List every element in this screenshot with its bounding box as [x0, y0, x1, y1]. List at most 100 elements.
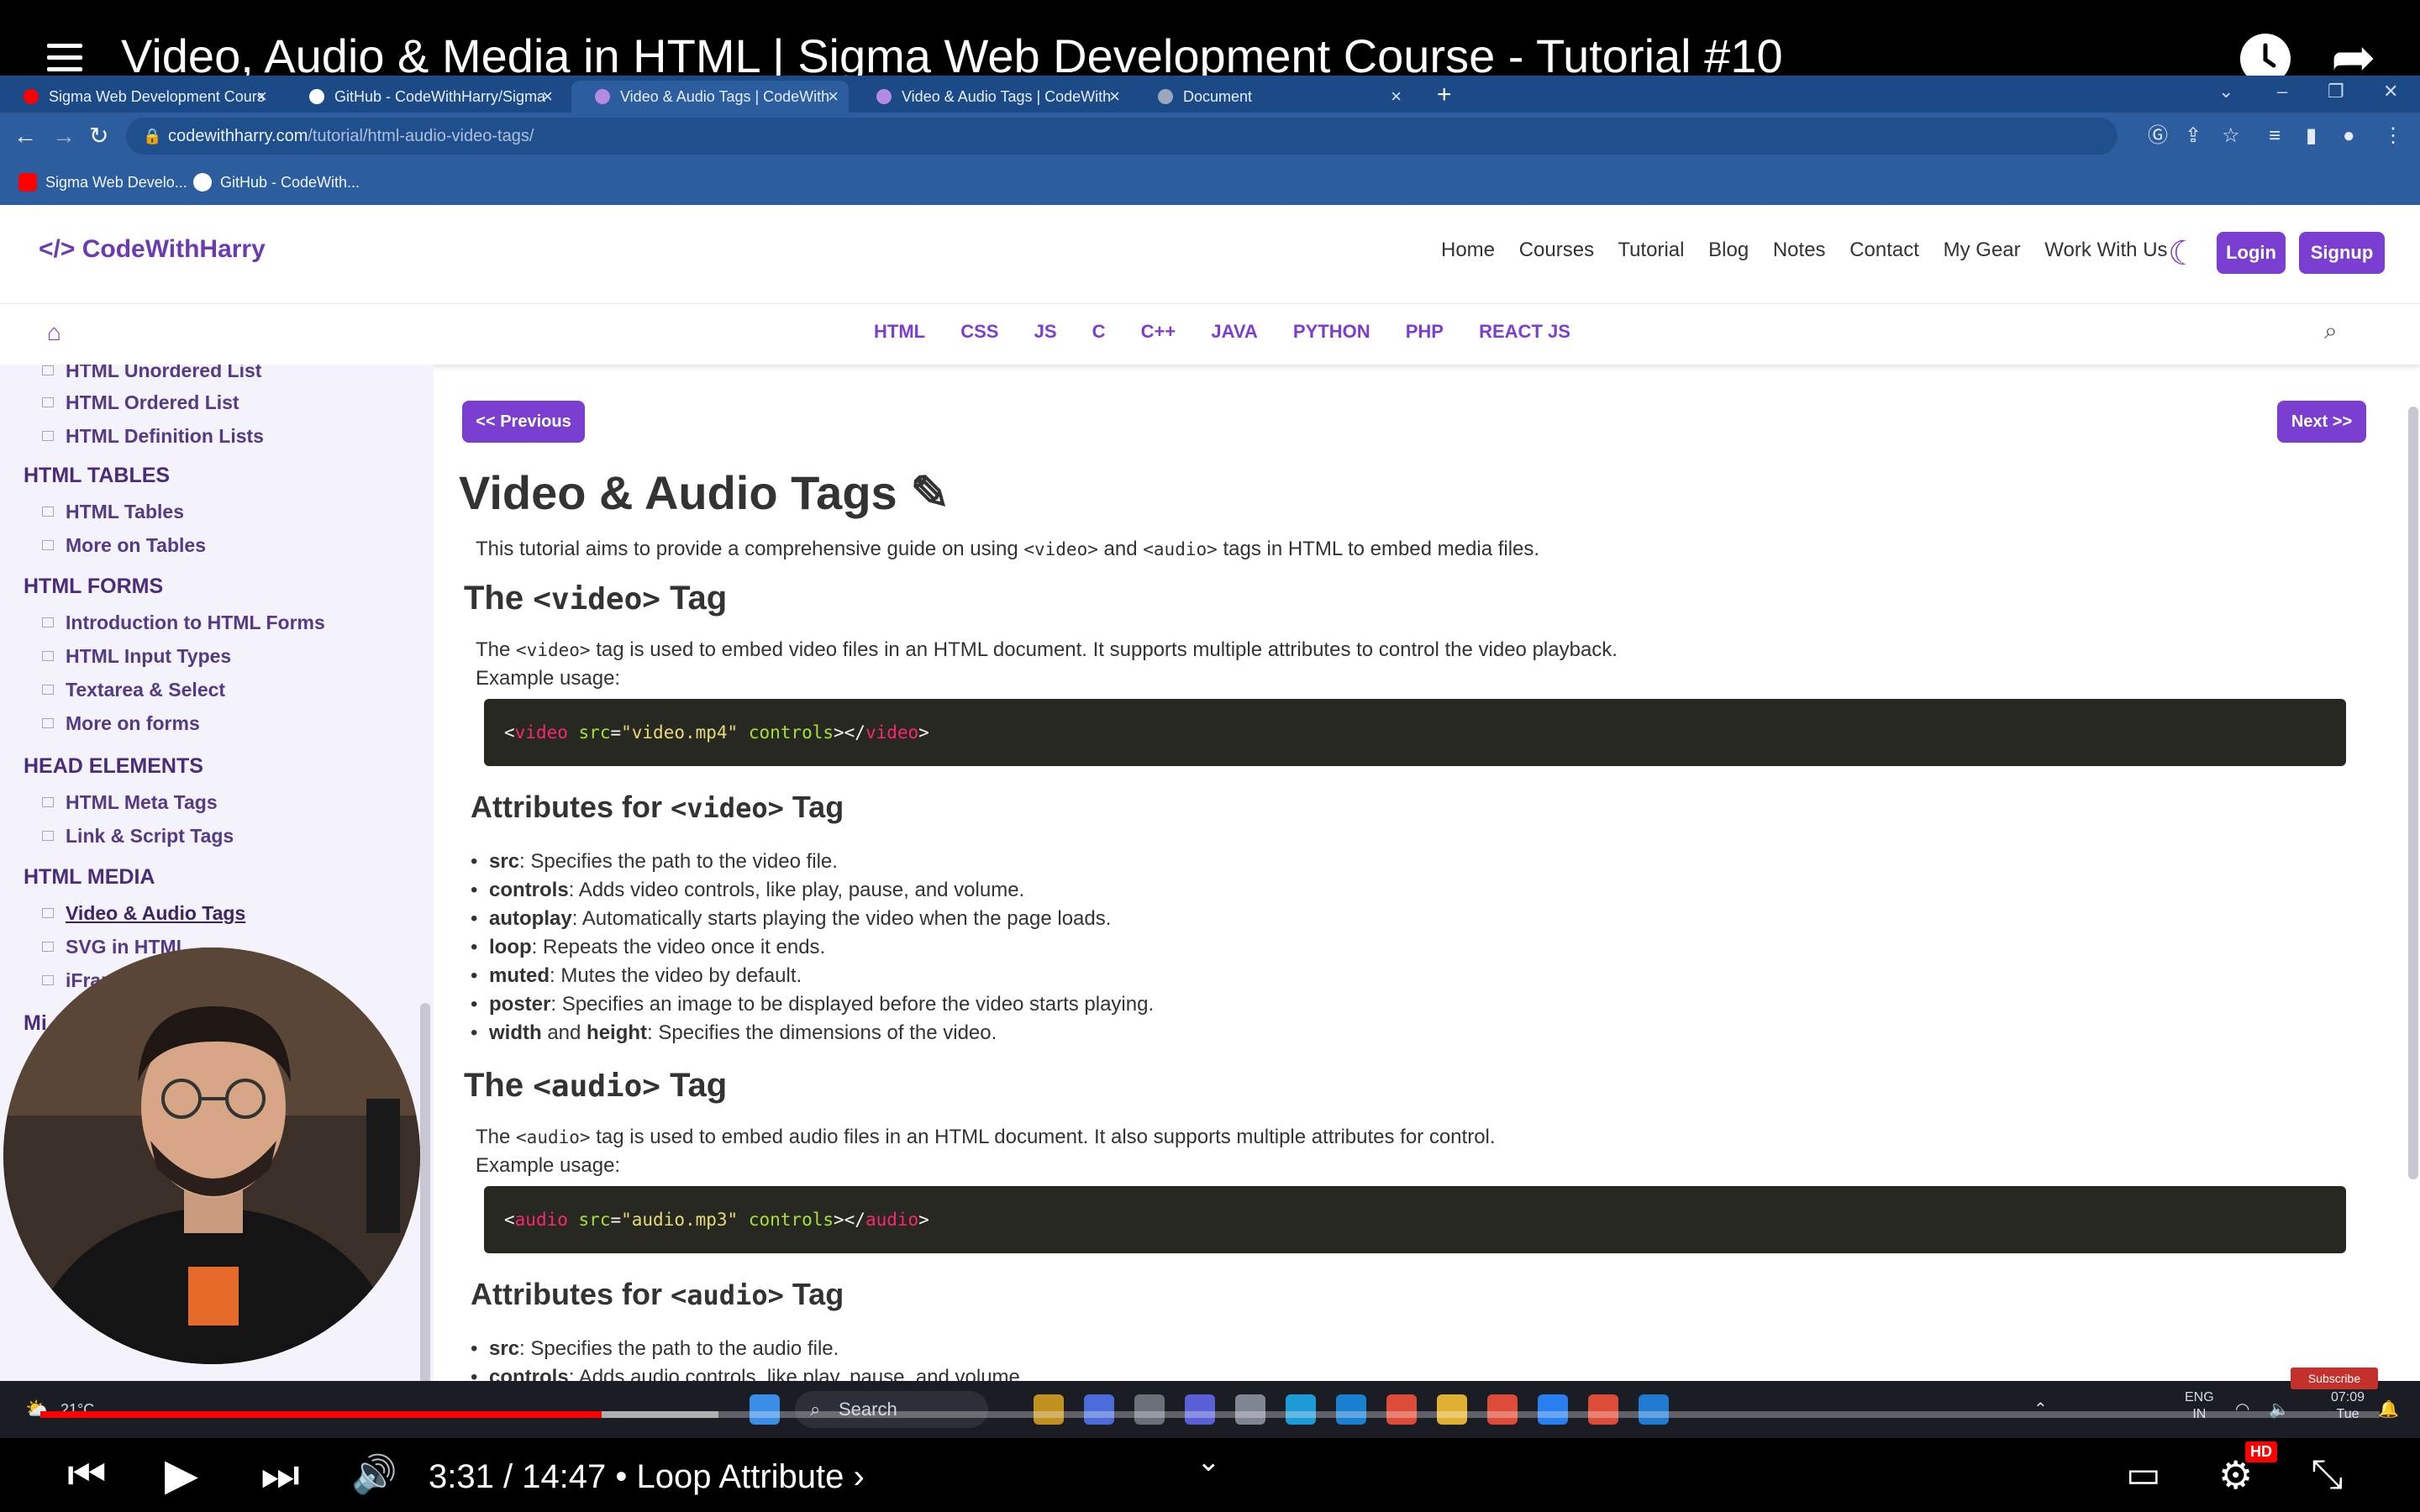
browser-tab[interactable]: Video & Audio Tags | CodeWith ×: [853, 81, 1130, 113]
browser-tab[interactable]: Document ×: [1134, 81, 1412, 113]
captions-icon[interactable]: ▭: [2126, 1450, 2161, 1500]
next-button[interactable]: Next >>: [2277, 401, 2366, 443]
language-indicator[interactable]: ENG IN: [2185, 1389, 2214, 1423]
volume-icon[interactable]: 🔊: [351, 1450, 397, 1500]
play-icon[interactable]: ▶: [165, 1450, 198, 1500]
weather-icon[interactable]: ⛅: [25, 1393, 50, 1426]
lang-react[interactable]: REACT JS: [1479, 321, 1570, 342]
exit-fullscreen-icon[interactable]: ⤡: [2311, 1450, 2343, 1500]
copilot-icon[interactable]: [1084, 1394, 1114, 1425]
chrome-icon[interactable]: [1386, 1394, 1417, 1425]
forward-icon[interactable]: →: [52, 119, 76, 153]
chrome-profile-icon[interactable]: [1487, 1394, 1518, 1425]
close-tab-icon[interactable]: ×: [828, 81, 839, 113]
nav-my-gear[interactable]: My Gear: [1944, 239, 2021, 261]
vscode-icon[interactable]: [1639, 1394, 1669, 1425]
tab-search-chevron-icon[interactable]: ⌄: [2218, 79, 2233, 104]
bookmark-star-icon[interactable]: ☆: [2222, 123, 2240, 150]
reading-list-icon[interactable]: ≡: [2269, 123, 2281, 150]
nav-notes[interactable]: Notes: [1773, 239, 1826, 261]
chrome-app-icon[interactable]: [1588, 1394, 1618, 1425]
lang-java[interactable]: JAVA: [1211, 321, 1257, 342]
file-explorer-icon[interactable]: [1437, 1394, 1467, 1425]
wifi-icon[interactable]: ◠: [2235, 1393, 2249, 1426]
login-button[interactable]: Login: [2217, 232, 2286, 274]
close-tab-icon[interactable]: ×: [256, 81, 267, 113]
tray-chevron-icon[interactable]: ⌃: [2033, 1393, 2048, 1426]
lang-python[interactable]: PYTHON: [1293, 321, 1370, 342]
todo-icon[interactable]: [1538, 1394, 1568, 1425]
bookmark-item[interactable]: Sigma Web Develo...: [18, 160, 187, 205]
site-logo[interactable]: </> CodeWithHarry: [39, 235, 266, 264]
browser-tab[interactable]: Sigma Web Development Cours ×: [0, 81, 277, 113]
reload-icon[interactable]: ↻: [89, 119, 108, 153]
sidebar-item[interactable]: HTML Tables: [42, 501, 184, 523]
dark-mode-icon[interactable]: ☾: [2168, 235, 2205, 272]
nav-home[interactable]: Home: [1441, 239, 1495, 261]
sidebar-item[interactable]: Introduction to HTML Forms: [42, 612, 325, 634]
restore-icon[interactable]: ❐: [2328, 79, 2344, 104]
previous-video-icon[interactable]: ⏮: [67, 1450, 107, 1500]
edge-icon[interactable]: [1286, 1394, 1316, 1425]
next-video-icon[interactable]: ⏭: [260, 1450, 300, 1500]
chapter-link[interactable]: • Loop Attribute ›: [615, 1458, 864, 1495]
nav-tutorial[interactable]: Tutorial: [1618, 239, 1684, 261]
share-page-icon[interactable]: ⇪: [2185, 123, 2202, 150]
close-tab-icon[interactable]: ×: [542, 81, 553, 113]
task-view-icon[interactable]: [1134, 1394, 1165, 1425]
sidebar-item[interactable]: HTML Meta Tags: [42, 791, 218, 814]
sidebar-item-current[interactable]: Video & Audio Tags: [42, 902, 245, 925]
lang-php[interactable]: PHP: [1406, 321, 1444, 342]
sidebar-item[interactable]: Textarea & Select: [42, 679, 225, 701]
lang-js[interactable]: JS: [1034, 321, 1057, 342]
windows-start-icon[interactable]: [750, 1394, 780, 1425]
teams-icon[interactable]: [1185, 1394, 1215, 1425]
browser-menu-icon[interactable]: ⋮: [2383, 123, 2403, 150]
lang-html[interactable]: HTML: [874, 321, 925, 342]
browser-tab-active[interactable]: Video & Audio Tags | CodeWith ×: [571, 81, 849, 113]
profile-icon[interactable]: ●: [2343, 123, 2355, 150]
bookmark-item[interactable]: GitHub - CodeWith...: [193, 160, 360, 205]
url-input[interactable]: 🔒 codewithharry.com/tutorial/html-audio-…: [126, 118, 2118, 155]
sidebar-item[interactable]: HTML Ordered List: [42, 391, 239, 414]
previous-button[interactable]: << Previous: [462, 401, 585, 443]
notification-icon[interactable]: 🔔: [2378, 1393, 2399, 1426]
edit-icon[interactable]: ✎: [910, 466, 950, 519]
browser-tab[interactable]: GitHub - CodeWithHarry/Sigma ×: [286, 81, 563, 113]
nav-blog[interactable]: Blog: [1708, 239, 1749, 261]
sidebar-item[interactable]: More on Tables: [42, 534, 206, 557]
chevron-down-icon[interactable]: ⌄: [1197, 1445, 1221, 1478]
sidebar-item[interactable]: HTML Input Types: [42, 645, 231, 668]
side-panel-icon[interactable]: ▮: [2306, 123, 2317, 150]
lang-c[interactable]: C: [1092, 321, 1106, 342]
widgets-icon[interactable]: [1034, 1394, 1064, 1425]
search-icon[interactable]: ⌕: [2324, 318, 2338, 345]
signup-button[interactable]: Signup: [2299, 232, 2385, 274]
taskbar-search[interactable]: ⌕ Search: [795, 1391, 988, 1428]
lang-css[interactable]: CSS: [960, 321, 998, 342]
skype-icon[interactable]: [1336, 1394, 1366, 1425]
sidebar-item[interactable]: HTML Definition Lists: [42, 425, 264, 448]
main-scrollbar[interactable]: [2408, 407, 2418, 1179]
close-tab-icon[interactable]: ×: [1109, 81, 1120, 113]
home-icon[interactable]: ⌂: [47, 319, 72, 345]
menu-icon[interactable]: [47, 44, 82, 77]
google-lens-icon[interactable]: Ⓖ: [2148, 123, 2168, 150]
close-tab-icon[interactable]: ×: [1391, 81, 1402, 113]
sidebar-item[interactable]: Link & Script Tags: [42, 825, 234, 848]
clock[interactable]: 07:09 Tue: [2331, 1389, 2365, 1423]
video-progress-bar[interactable]: [40, 1411, 2380, 1418]
sidebar-item[interactable]: More on forms: [42, 712, 200, 735]
nav-courses[interactable]: Courses: [1519, 239, 1594, 261]
back-icon[interactable]: ←: [13, 119, 37, 153]
lang-cpp[interactable]: C++: [1141, 321, 1176, 342]
subscribe-watermark[interactable]: Subscribe: [2291, 1368, 2378, 1389]
volume-tray-icon[interactable]: 🔈: [2269, 1393, 2290, 1426]
nav-work-with-us[interactable]: Work With Us: [2044, 239, 2167, 261]
sidebar-item[interactable]: HTML Unordered List: [42, 365, 261, 382]
sidebar-scrollbar[interactable]: [420, 1003, 430, 1381]
minimize-icon[interactable]: –: [2277, 79, 2287, 104]
new-tab-button[interactable]: +: [1437, 79, 1452, 111]
nav-contact[interactable]: Contact: [1849, 239, 1919, 261]
close-window-icon[interactable]: ✕: [2383, 79, 2398, 104]
